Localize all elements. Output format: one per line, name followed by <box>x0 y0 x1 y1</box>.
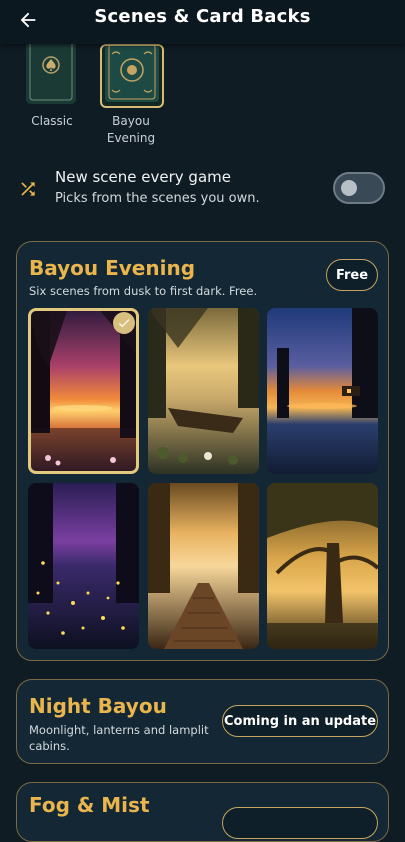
card-back-label-classic: Classic <box>31 114 73 128</box>
classic-card-back-image <box>26 34 76 104</box>
page-title: Scenes & Card Backs <box>94 6 311 27</box>
coming-soon-button[interactable]: Coming in an update <box>222 705 378 737</box>
card-back-label-bayou: Bayou Evening <box>106 114 156 145</box>
pack-subtitle: Six scenes from dusk to first dark. Free… <box>29 284 258 298</box>
dusk-cabin-scene-image <box>267 308 378 474</box>
pack-action-button[interactable] <box>222 807 378 839</box>
oak-tree-scene-image <box>267 483 378 649</box>
free-button[interactable]: Free <box>326 259 378 291</box>
card-back-bayou-evening[interactable] <box>100 42 164 108</box>
selected-check-icon <box>113 312 135 334</box>
random-scene-title: New scene every game <box>55 168 231 186</box>
scene-thumbnail[interactable] <box>148 483 259 649</box>
scene-thumbnail[interactable] <box>28 483 139 649</box>
pack-subtitle: Moonlight, lanterns and lamplit cabins. <box>29 723 209 753</box>
pack-panel-fog-mist: Fog & Mist <box>16 782 389 842</box>
pack-title: Fog & Mist <box>29 793 150 817</box>
scene-thumbnail[interactable] <box>148 308 259 474</box>
misty-boat-scene-image <box>148 308 259 474</box>
firefly-night-scene-image <box>28 483 139 649</box>
scene-thumbnail[interactable] <box>267 483 378 649</box>
pack-panel-night-bayou: Night Bayou Moonlight, lanterns and lamp… <box>16 679 389 764</box>
boardwalk-scene-image <box>148 483 259 649</box>
pack-title: Bayou Evening <box>29 256 196 280</box>
pack-panel-bayou-evening: Bayou Evening Six scenes from dusk to fi… <box>16 241 389 661</box>
pack-title: Night Bayou <box>29 694 167 718</box>
random-scene-subtitle: Picks from the scenes you own. <box>55 191 260 206</box>
scene-thumbnail[interactable] <box>267 308 378 474</box>
bayou-evening-card-back-image <box>105 42 159 102</box>
card-back-classic[interactable] <box>26 34 76 104</box>
shuffle-icon <box>21 182 35 196</box>
switch-knob <box>341 180 357 196</box>
random-scene-switch[interactable] <box>333 172 385 204</box>
scene-thumbnail[interactable] <box>28 308 139 474</box>
app-bar: Scenes & Card Backs <box>0 0 405 44</box>
card-backs-row: Classic Bayou Evening <box>0 34 405 154</box>
random-scene-row: New scene every game Picks from the scen… <box>0 160 405 216</box>
